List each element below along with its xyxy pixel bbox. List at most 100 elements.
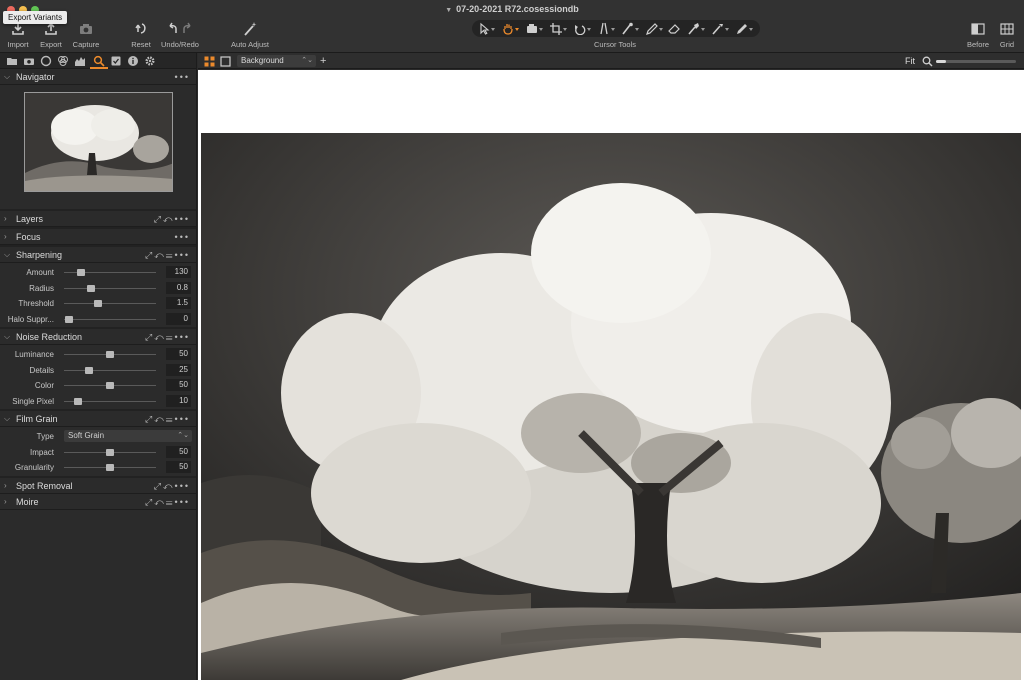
layer-select[interactable]: Background ⌃⌄ (237, 55, 316, 67)
fit-zoom-button[interactable]: Fit (905, 56, 915, 66)
sharpening-header[interactable]: ⌵ Sharpening ⤢↶☰••• (0, 247, 196, 263)
pencil-icon[interactable] (644, 22, 666, 35)
before-button[interactable]: Before (964, 21, 992, 51)
noise-reduction-controls[interactable]: ⤢↶☰••• (145, 329, 190, 345)
slider-value-field[interactable]: 0.8 (166, 281, 191, 294)
window-title-text: 07-20-2021 R72.cosessiondb (456, 4, 579, 14)
slider-value-field[interactable]: 0 (166, 312, 191, 325)
slider-knob[interactable] (76, 269, 85, 276)
slider-value-field[interactable]: 1.5 (166, 297, 191, 309)
slider-knob[interactable] (106, 464, 114, 471)
multi-view-icon[interactable] (204, 56, 215, 69)
adjustments-tab-icon[interactable] (110, 55, 122, 67)
slider-knob[interactable] (106, 382, 114, 389)
camera-tool-icon[interactable] (524, 22, 546, 35)
spot-removal-header[interactable]: › Spot Removal ⤢↶••• (0, 477, 196, 494)
zoom-magnifier-icon[interactable] (922, 56, 933, 69)
slider-knob[interactable] (86, 284, 95, 292)
reset-button[interactable]: Reset (128, 21, 154, 51)
halo-suppression-slider[interactable] (64, 315, 156, 323)
exposure-tab-icon[interactable] (74, 55, 86, 67)
slider-label: Threshold (18, 299, 54, 308)
export-button[interactable]: Export (36, 21, 66, 51)
sharpening-title: Sharpening (16, 250, 63, 260)
picker-icon[interactable] (710, 22, 732, 35)
moire-header[interactable]: › Moire ⤢↶☰••• (0, 493, 196, 510)
slider-knob[interactable] (106, 448, 114, 456)
luminance-slider[interactable] (64, 351, 156, 358)
color-slider[interactable] (64, 382, 156, 389)
film-grain-controls[interactable]: ⤢↶☰••• (145, 411, 190, 427)
slider-label: Details (29, 365, 54, 375)
more-icon[interactable]: ••• (175, 69, 190, 85)
grain-type-value: Soft Grain (68, 431, 105, 440)
tooltip: Export Variants (3, 11, 68, 24)
add-layer-icon[interactable]: + (320, 55, 326, 67)
noise-reduction-header[interactable]: ⌵ Noise Reduction ⤢↶☰••• (0, 329, 196, 345)
slider-value-field[interactable]: 50 (166, 445, 191, 458)
sharpening-controls[interactable]: ⤢↶☰••• (145, 247, 190, 263)
slider-value-field[interactable]: 10 (166, 394, 191, 407)
slider-knob[interactable] (106, 351, 114, 358)
single-view-icon[interactable] (220, 56, 231, 69)
amount-slider[interactable] (64, 269, 156, 276)
impact-slider[interactable] (64, 448, 156, 456)
slider-value-field[interactable]: 50 (166, 379, 191, 391)
slider-knob[interactable] (94, 300, 103, 307)
focus-header[interactable]: › Focus ••• (0, 229, 196, 245)
gradient-brush-icon[interactable] (686, 22, 708, 35)
spot-brush-icon[interactable] (620, 22, 642, 35)
navigator-thumbnail[interactable] (24, 92, 173, 192)
keystone-icon[interactable] (596, 22, 618, 35)
slider-knob[interactable] (73, 397, 82, 405)
settings-gear-icon[interactable] (144, 55, 156, 67)
layers-header[interactable]: › Layers ⤢↶••• (0, 211, 196, 227)
crop-icon[interactable] (548, 22, 570, 35)
grid-icon (995, 21, 1019, 40)
folder-tab-icon[interactable] (6, 55, 18, 67)
slider-knob[interactable] (64, 315, 73, 323)
type-label: Type (36, 432, 54, 441)
color-tab-icon[interactable] (57, 55, 69, 67)
grain-type-select[interactable]: Soft Grain ⌃⌄ (64, 430, 192, 442)
slider-knob[interactable] (84, 366, 93, 374)
single-pixel-slider[interactable] (64, 397, 156, 405)
lens-tab-icon[interactable] (40, 55, 52, 67)
pan-hand-icon[interactable] (500, 22, 522, 35)
annotate-pen-icon[interactable] (734, 22, 756, 35)
spot-removal-title: Spot Removal (16, 480, 73, 491)
slider-value-field[interactable]: 130 (166, 266, 191, 278)
undo-redo-button[interactable]: Undo/Redo (160, 21, 200, 51)
focus-title: Focus (16, 232, 41, 242)
auto-adjust-button[interactable]: Auto Adjust (228, 21, 272, 51)
import-button[interactable]: Import (4, 21, 32, 51)
slider-value-field[interactable]: 25 (166, 363, 191, 376)
film-grain-header[interactable]: ⌵ Film Grain ⤢↶☰••• (0, 411, 196, 427)
slider-value-field[interactable]: 50 (166, 348, 191, 360)
moire-controls[interactable]: ⤢↶☰••• (145, 494, 190, 510)
spot-removal-controls[interactable]: ⤢↶••• (154, 478, 190, 494)
details-slider[interactable] (64, 366, 156, 374)
radius-slider[interactable] (64, 284, 156, 292)
slider-row: Halo Suppr... 0 (0, 312, 196, 328)
details-tab-icon[interactable] (90, 55, 108, 69)
layers-controls[interactable]: ⤢↶••• (154, 211, 190, 227)
slider-value-field[interactable]: 50 (166, 461, 191, 473)
window-title[interactable]: ▼ 07-20-2021 R72.cosessiondb (0, 4, 1024, 14)
metadata-tab-icon[interactable] (127, 55, 139, 67)
main-photo[interactable] (201, 133, 1021, 680)
viewer-canvas[interactable] (198, 70, 1024, 680)
grid-button[interactable]: Grid (995, 21, 1019, 51)
eraser-icon[interactable] (666, 22, 688, 35)
camera-tab-icon[interactable] (23, 55, 35, 67)
slider-label: Amount (26, 268, 54, 277)
threshold-slider[interactable] (64, 300, 156, 307)
select-cursor-icon[interactable] (476, 22, 498, 35)
granularity-slider[interactable] (64, 464, 156, 471)
navigator-header[interactable]: ⌵ Navigator ••• (0, 69, 196, 85)
capture-button[interactable]: Capture (70, 21, 102, 51)
zoom-slider[interactable] (936, 60, 1016, 63)
rotate-icon[interactable] (572, 22, 594, 35)
more-icon[interactable]: ••• (175, 229, 190, 245)
select-chevron-icon: ⌃⌄ (301, 57, 313, 64)
